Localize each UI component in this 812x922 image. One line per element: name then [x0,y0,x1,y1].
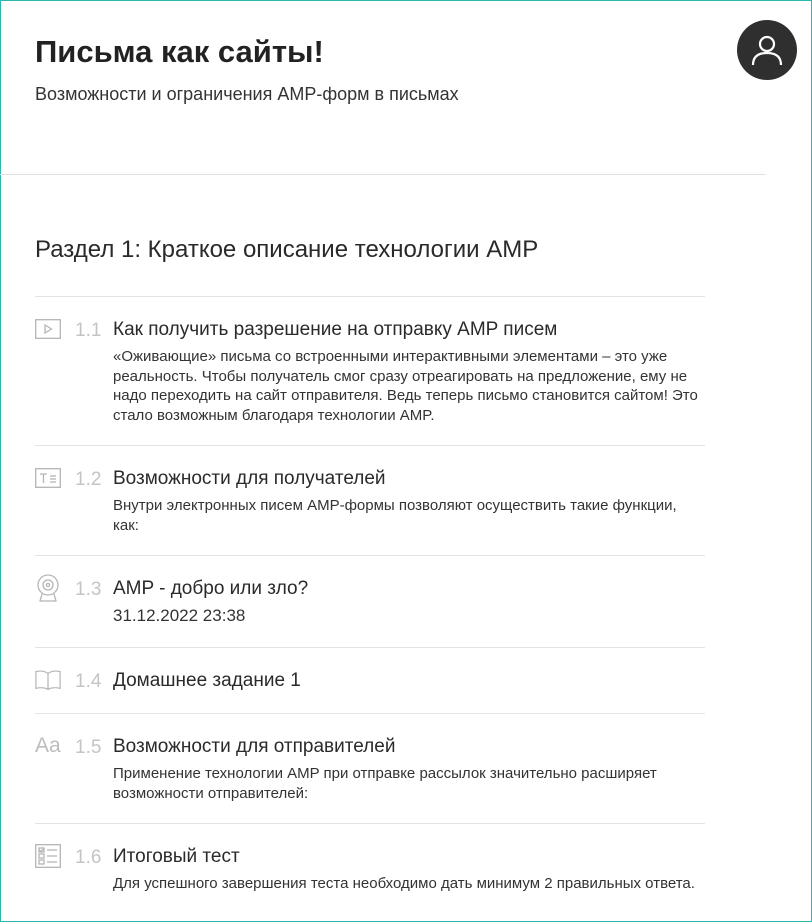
lesson-title[interactable]: AMP - добро или зло? [113,577,705,601]
lesson-title[interactable]: Итоговый тест [113,845,705,869]
book-icon [35,668,61,692]
text-lesson-icon [35,466,61,490]
lesson-title[interactable]: Возможности для получателей [113,467,705,491]
course-header: Письма как сайты! Возможности и ограниче… [35,32,459,106]
lesson-item[interactable]: 1.4 Домашнее задание 1 [35,647,705,713]
lesson-description: Для успешного завершения теста необходим… [113,875,695,892]
lesson-date: 31.12.2022 23:38 [113,606,246,625]
lesson-number: 1.5 [75,737,102,758]
test-checklist-icon [35,844,61,868]
video-icon [35,317,61,341]
lesson-item[interactable]: 1.3 AMP - добро или зло? 31.12.2022 23:3… [35,555,705,647]
header-divider [0,174,766,175]
course-title: Письма как сайты! [35,34,324,69]
course-subtitle: Возможности и ограничения AMP-форм в пис… [35,84,459,104]
lesson-number: 1.4 [75,671,102,692]
lesson-description: Внутри электронных писем AMP-формы позво… [113,497,677,534]
lesson-list: 1.1 Как получить разрешение на отправку … [35,296,705,904]
font-aa-icon: Aa [35,734,61,757]
webinar-camera-icon [35,574,61,602]
lesson-title[interactable]: Возможности для отправителей [113,735,705,759]
lesson-description: Применение технологии AMP при отправке р… [113,765,657,802]
lesson-item[interactable]: 1.2 Возможности для получателей Внутри э… [35,445,705,555]
user-avatar-button[interactable] [737,20,797,80]
user-icon [751,35,783,66]
lesson-item[interactable]: 1.6 Итоговый тест Для успешного завершен… [35,823,705,904]
lesson-title[interactable]: Как получить разрешение на отправку AMP … [113,318,705,342]
lesson-title[interactable]: Домашнее задание 1 [113,669,705,693]
lesson-item[interactable]: 1.1 Как получить разрешение на отправку … [35,296,705,445]
lesson-number: 1.2 [75,469,102,490]
lesson-number: 1.3 [75,579,102,600]
section-title: Раздел 1: Краткое описание технологии AM… [35,236,539,263]
lesson-item[interactable]: Aa 1.5 Возможности для отправителей Прим… [35,713,705,823]
lesson-number: 1.1 [75,320,102,341]
lesson-number: 1.6 [75,847,102,868]
lesson-description: «Оживающие» письма со встроенными интера… [113,348,698,424]
